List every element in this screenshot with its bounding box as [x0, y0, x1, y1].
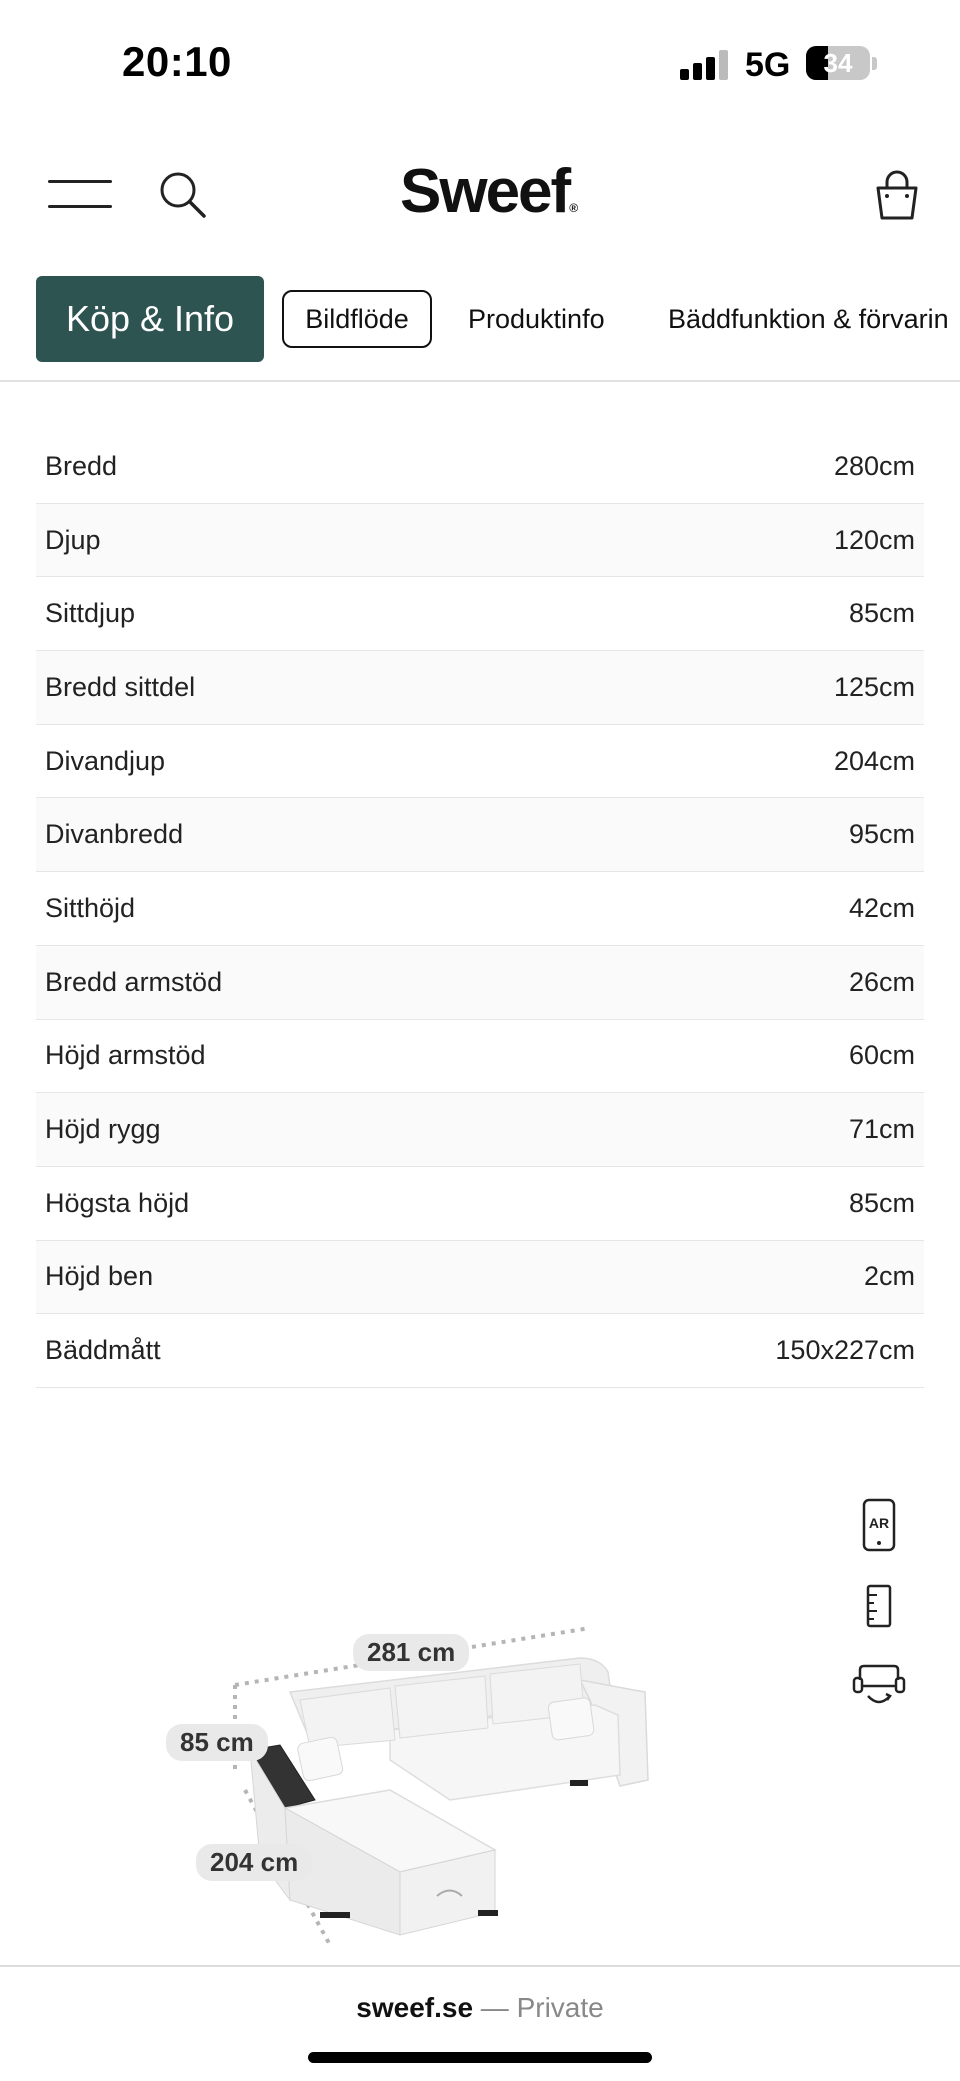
signal-strength-icon: [680, 50, 730, 80]
tab-baddfunktion[interactable]: Bäddfunktion & förvarin: [668, 276, 949, 362]
tab-bildflode[interactable]: Bildflöde: [282, 290, 432, 348]
table-row: Högsta höjd 85cm: [36, 1167, 924, 1241]
search-icon[interactable]: [158, 170, 208, 220]
spec-value: 60cm: [848, 1040, 915, 1071]
logo-registered-mark: ®: [569, 201, 579, 215]
tab-kop-info[interactable]: Köp & Info: [36, 276, 264, 362]
spec-value: 120cm: [833, 524, 915, 555]
status-bar: 20:10 5G 34: [0, 0, 960, 130]
spec-value: 95cm: [848, 819, 915, 850]
browser-address-bar[interactable]: sweef.se — Private: [0, 1992, 960, 2024]
dimension-width-label: 281 cm: [353, 1634, 470, 1671]
ar-view-icon[interactable]: AR: [862, 1498, 896, 1552]
spec-label: Höjd rygg: [45, 1114, 161, 1145]
status-time: 20:10: [122, 38, 232, 85]
dimensions-table: Bredd 280cm Djup 120cm Sittdjup 85cm Bredd …: [36, 430, 924, 1388]
table-row: Bredd armstöd 26cm: [36, 945, 924, 1020]
spec-label: Bredd: [45, 450, 118, 481]
brand-logo[interactable]: Sweef®: [400, 156, 578, 227]
footer-divider: [0, 1965, 960, 1967]
tabs-divider: [0, 380, 960, 382]
spec-value: 71cm: [848, 1114, 915, 1145]
shopping-bag-icon[interactable]: [872, 170, 922, 222]
spec-label: Divandjup: [45, 745, 166, 776]
table-row: Bredd sittdel 125cm: [36, 651, 924, 725]
site-domain: sweef.se: [356, 1992, 474, 2023]
spec-value: 42cm: [848, 892, 915, 923]
dimension-height-label: 85 cm: [166, 1724, 268, 1761]
battery-cap: [872, 57, 877, 70]
spec-value: 2cm: [863, 1261, 915, 1292]
network-type: 5G: [745, 46, 791, 84]
table-row: Djup 120cm: [36, 503, 924, 578]
table-row: Divanbredd 95cm: [36, 798, 924, 873]
spec-value: 150x227cm: [775, 1335, 915, 1366]
dimension-depth-label: 204 cm: [196, 1844, 313, 1881]
table-row: Sitthöjd 42cm: [36, 872, 924, 946]
spec-value: 204cm: [833, 745, 915, 776]
footer-separator: —: [480, 1992, 509, 2023]
ruler-icon[interactable]: [866, 1584, 892, 1628]
spec-label: Divanbredd: [45, 819, 184, 850]
spec-label: Bäddmått: [45, 1335, 161, 1366]
home-indicator[interactable]: [308, 2052, 652, 2063]
private-mode-label: Private: [516, 1992, 604, 2023]
battery-icon: 34: [806, 46, 870, 80]
tab-produktinfo[interactable]: Produktinfo: [468, 276, 605, 362]
table-row: Höjd armstöd 60cm: [36, 1020, 924, 1094]
sofa-bed-icon[interactable]: [852, 1662, 906, 1712]
spec-label: Höjd ben: [45, 1261, 154, 1292]
section-tabs: Köp & Info Bildflöde Produktinfo Bäddfun…: [0, 276, 960, 366]
ar-label: AR: [869, 1515, 889, 1531]
spec-value: 85cm: [848, 1187, 915, 1218]
spec-label: Bredd sittdel: [45, 671, 196, 702]
spec-value: 280cm: [833, 450, 915, 481]
table-row: Bäddmått 150x227cm: [36, 1314, 924, 1388]
spec-value: 26cm: [848, 966, 915, 997]
spec-value: 125cm: [833, 671, 915, 702]
table-row: Höjd rygg 71cm: [36, 1093, 924, 1167]
spec-label: Högsta höjd: [45, 1187, 190, 1218]
menu-icon[interactable]: [48, 180, 112, 210]
spec-label: Djup: [45, 524, 101, 555]
logo-text: Sweef: [400, 157, 571, 226]
sofa-dimension-illustration: 281 cm 85 cm 204 cm: [150, 1600, 710, 1960]
spec-label: Höjd armstöd: [45, 1040, 206, 1071]
table-row: Bredd 280cm: [36, 430, 924, 504]
battery-level: 34: [823, 48, 853, 78]
spec-value: 85cm: [848, 598, 915, 629]
spec-label: Sittdjup: [45, 598, 136, 629]
table-row: Höjd ben 2cm: [36, 1240, 924, 1315]
table-row: Divandjup 204cm: [36, 725, 924, 799]
spec-label: Bredd armstöd: [45, 966, 223, 997]
site-header: Sweef®: [0, 140, 960, 250]
table-row: Sittdjup 85cm: [36, 577, 924, 652]
spec-label: Sitthöjd: [45, 892, 136, 923]
